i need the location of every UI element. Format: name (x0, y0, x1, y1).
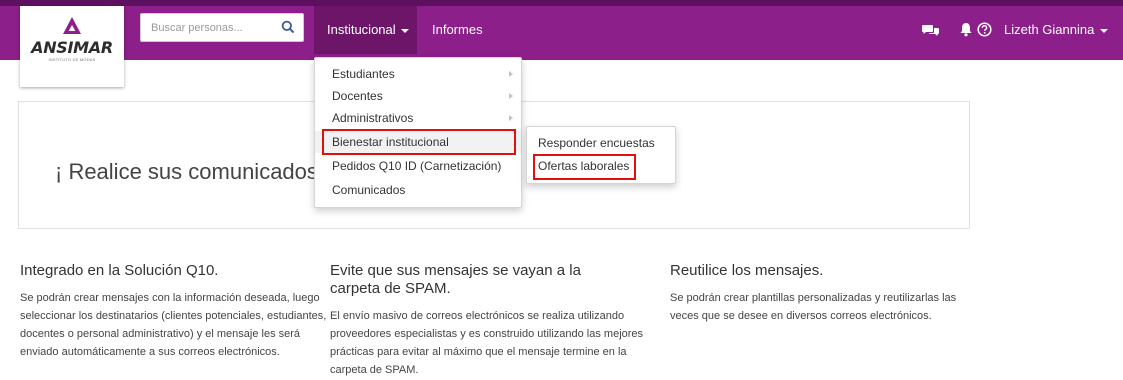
help-circle-icon[interactable] (977, 22, 992, 37)
brand-logo[interactable]: ANSIMAR INSTITUTO DE MODAS (20, 6, 124, 87)
chevron-right-icon (509, 115, 513, 121)
logo-subtitle: INSTITUTO DE MODAS (48, 57, 96, 62)
feature-body: El envío masivo de correos electrónicos … (330, 310, 644, 376)
feature-column-3: Reutilice los mensajes. Se podrán crear … (670, 262, 980, 325)
feature-body: Se podrán crear mensajes con la informac… (20, 292, 327, 358)
caret-down-icon (400, 28, 409, 33)
user-menu[interactable]: Lizeth Giannina (1004, 6, 1109, 54)
menu-item-label: Bienestar institucional (332, 135, 449, 149)
chevron-right-icon (509, 71, 513, 77)
menu-item-docentes[interactable]: Docentes (315, 85, 521, 107)
menu-item-label: Estudiantes (332, 67, 395, 81)
menu-item-bienestar-institucional[interactable]: Bienestar institucional (315, 131, 521, 153)
caret-down-icon (1100, 28, 1109, 33)
nav-informes[interactable]: Informes (432, 6, 483, 54)
feature-title: Evite que sus mensajes se vayan a la car… (330, 262, 581, 297)
chevron-right-icon (509, 93, 513, 99)
submenu-item-ofertas-laborales[interactable]: Ofertas laborales (527, 155, 675, 177)
feature-column-2: Evite que sus mensajes se vayan a la car… (330, 262, 650, 379)
menu-item-pedidos-q10-id[interactable]: Pedidos Q10 ID (Carnetización) (315, 155, 521, 177)
menu-item-label: Pedidos Q10 ID (Carnetización) (332, 159, 502, 173)
menu-item-label: Administrativos (332, 111, 414, 125)
feature-column-1: Integrado en la Solución Q10. Se podrán … (20, 262, 330, 361)
user-name-label: Lizeth Giannina (1004, 22, 1095, 37)
menu-item-label: Comunicados (332, 183, 406, 197)
feature-title: Reutilice los mensajes. (670, 262, 824, 279)
bell-icon[interactable] (960, 22, 972, 37)
nav-institucional-label: Institucional (327, 22, 396, 37)
menu-item-administrativos[interactable]: Administrativos (315, 107, 521, 129)
hero-title: ¡ Realice sus comunicados d (55, 159, 337, 184)
menu-item-comunicados[interactable]: Comunicados (315, 179, 521, 201)
search-input[interactable] (141, 14, 275, 41)
menu-item-estudiantes[interactable]: Estudiantes (315, 63, 521, 85)
institucional-dropdown: Estudiantes Docentes Administrativos Bie… (314, 57, 522, 208)
bienestar-submenu: Responder encuestas Ofertas laborales (526, 126, 676, 184)
nav-institucional[interactable]: Institucional (314, 6, 417, 54)
logo-wordmark: ANSIMAR (31, 38, 113, 57)
menu-item-label: Docentes (332, 89, 383, 103)
search-box (140, 13, 304, 42)
feature-title: Integrado en la Solución Q10. (20, 262, 219, 279)
chat-icon[interactable] (922, 24, 939, 37)
feature-body: Se podrán crear plantillas personalizada… (670, 292, 957, 322)
submenu-item-responder-encuestas[interactable]: Responder encuestas (527, 132, 675, 154)
search-icon[interactable] (281, 20, 295, 34)
